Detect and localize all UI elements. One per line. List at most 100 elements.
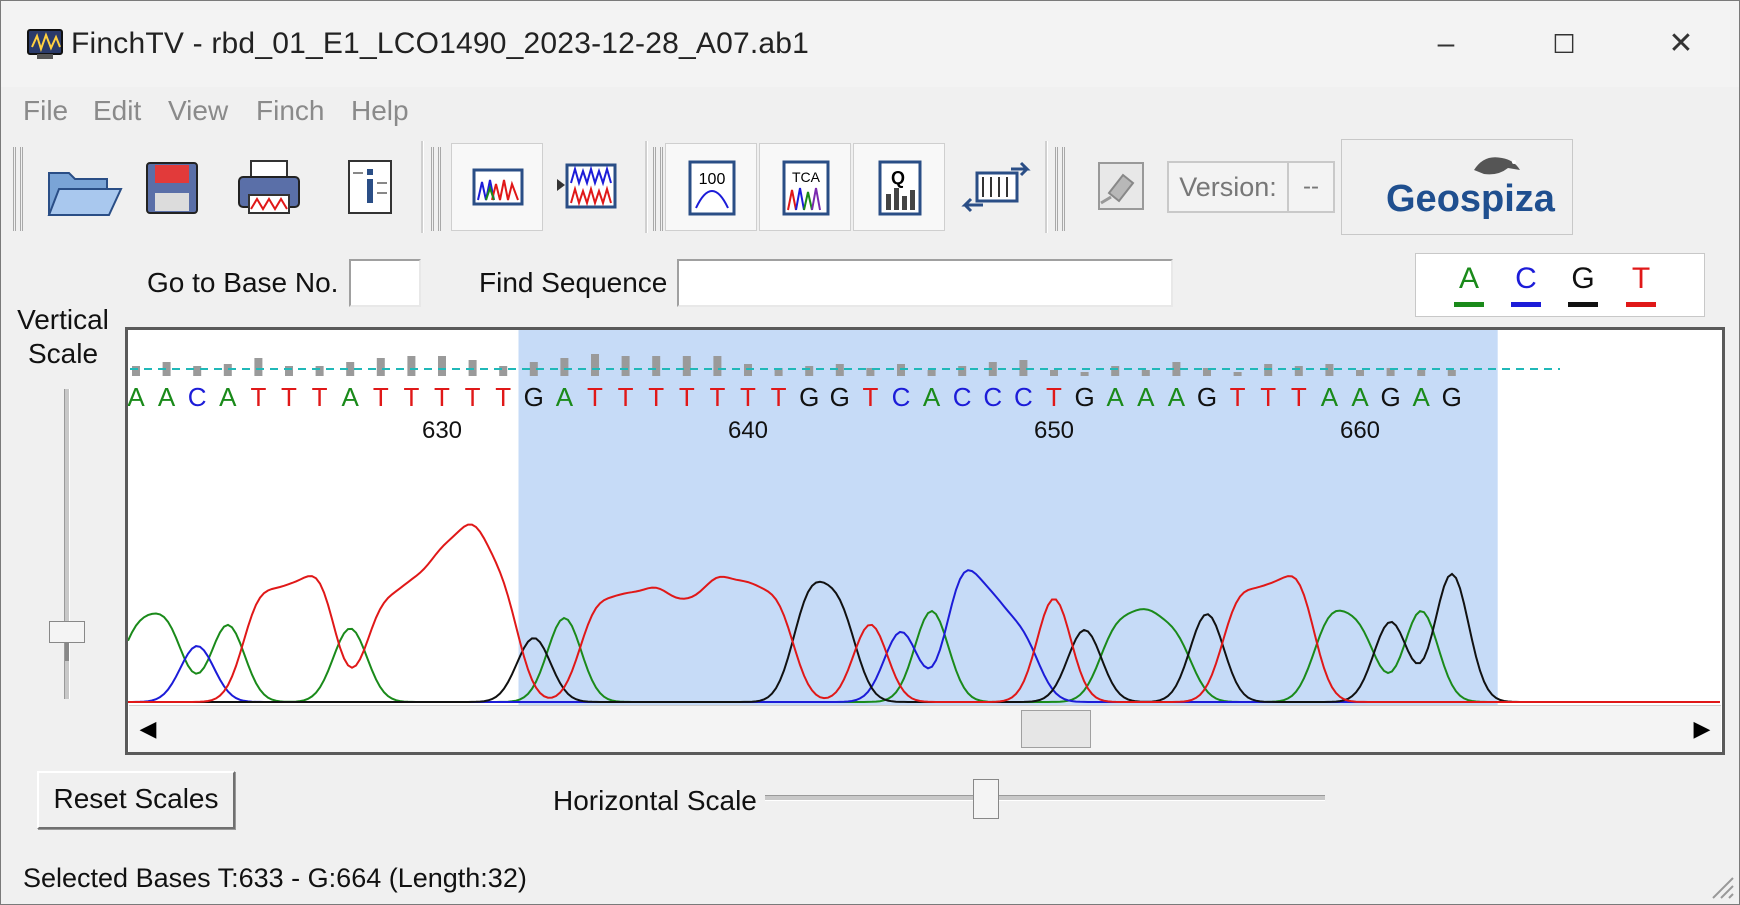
- chromatogram-view[interactable]: AACATTTATTTTTGATTTTTTTGGTCACCCTGAAAGTTTA…: [125, 327, 1725, 755]
- quality-bar: [1417, 370, 1426, 376]
- find-sequence-label: Find Sequence: [479, 267, 668, 298]
- toolbar-grip[interactable]: [653, 147, 663, 231]
- base-call-letter: A: [1137, 382, 1155, 412]
- minimize-button[interactable]: –: [1411, 19, 1481, 69]
- quality-bar: [132, 366, 140, 376]
- scroll-right-arrow[interactable]: ▶: [1687, 714, 1717, 744]
- legend-a: A: [1454, 262, 1484, 307]
- quality-bars-button[interactable]: Q: [853, 143, 945, 231]
- bookmark-button[interactable]: [1073, 143, 1165, 231]
- base-call-letter: T: [587, 382, 603, 412]
- legend-c: C: [1511, 262, 1541, 307]
- base-call-letter: A: [1321, 382, 1339, 412]
- toolbar-grip[interactable]: [13, 147, 23, 231]
- base-call-letter: T: [709, 382, 725, 412]
- vertical-scale-label-line2: Scale: [27, 338, 99, 369]
- horizontal-scale-thumb[interactable]: [973, 779, 999, 819]
- legend-g-swatch: [1568, 302, 1598, 307]
- multi-trace-button[interactable]: [543, 143, 635, 231]
- find-sequence-input[interactable]: [677, 259, 1173, 307]
- menu-edit[interactable]: Edit: [93, 95, 141, 127]
- resize-grip-icon[interactable]: [1707, 872, 1735, 900]
- window-title: FinchTV - rbd_01_E1_LCO1490_2023-12-28_A…: [71, 27, 810, 60]
- quality-bar: [958, 366, 967, 376]
- base-call-letter: C: [983, 382, 1002, 412]
- base-call-letter: T: [403, 382, 419, 412]
- base-call-letter: T: [740, 382, 756, 412]
- horizontal-scale-label: Horizontal Scale: [553, 785, 757, 816]
- quality-100-text: 100: [699, 171, 726, 188]
- base-call-letter: T: [862, 382, 878, 412]
- quality-bar: [1356, 370, 1364, 376]
- toolbar-grip[interactable]: [1055, 147, 1065, 231]
- open-button[interactable]: [33, 143, 125, 231]
- base-number-label: 660: [1340, 417, 1380, 444]
- quality-bar: [407, 356, 416, 376]
- base-call-letter: G: [524, 382, 544, 412]
- toolbar-separator: [645, 141, 648, 233]
- quality-bar: [1111, 366, 1120, 376]
- version-label: Version:: [1167, 161, 1289, 213]
- base-call-letter: T: [1260, 382, 1276, 412]
- base-call-letter: T: [465, 382, 481, 412]
- scroll-thumb[interactable]: [1021, 710, 1091, 748]
- base-call-letter: G: [1380, 382, 1400, 412]
- trace-horizontal-scrollbar[interactable]: ◀ ▶: [129, 705, 1721, 752]
- info-button[interactable]: [323, 143, 415, 231]
- vertical-scale-thumb[interactable]: [49, 621, 85, 643]
- base-call-letter: A: [923, 382, 941, 412]
- finchtv-app-icon: [27, 29, 63, 59]
- legend-g-letter: G: [1571, 262, 1595, 295]
- toolbar-separator: [1045, 141, 1048, 233]
- quality-bar: [591, 354, 599, 376]
- version-select[interactable]: --: [1289, 161, 1335, 213]
- tca-trace-button[interactable]: TCA: [759, 143, 851, 231]
- base-call-letter: G: [1074, 382, 1094, 412]
- base-call-letter: T: [679, 382, 695, 412]
- menu-finch[interactable]: Finch: [256, 95, 324, 127]
- quality-bar: [927, 370, 936, 376]
- quality-bar: [621, 356, 630, 376]
- quality-bar: [1080, 372, 1089, 376]
- print-button[interactable]: [223, 143, 315, 231]
- horizontal-scale-track[interactable]: [765, 795, 1325, 801]
- legend-t: T: [1626, 262, 1656, 307]
- base-number-label: 630: [422, 417, 462, 444]
- geospiza-logo[interactable]: Geospiza: [1341, 139, 1573, 235]
- base-call-letter: T: [1230, 382, 1246, 412]
- base-call-letter: A: [1351, 382, 1369, 412]
- quality-100-button[interactable]: 100: [665, 143, 757, 231]
- quality-bar: [315, 366, 324, 376]
- toolbar-grip[interactable]: [431, 147, 441, 231]
- quality-bar: [254, 358, 263, 376]
- quality-bar: [499, 366, 508, 376]
- quality-100-icon: 100: [688, 160, 736, 216]
- chromatogram-canvas[interactable]: AACATTTATTTTTGATTTTTTTGGTCACCCTGAAAGTTTA…: [128, 330, 1722, 706]
- single-trace-button[interactable]: [451, 143, 543, 231]
- scroll-left-arrow[interactable]: ◀: [133, 714, 163, 744]
- base-call-letter: T: [434, 382, 450, 412]
- maximize-button[interactable]: ☐: [1529, 19, 1599, 69]
- vertical-scale-label-line1: Vertical: [17, 304, 109, 335]
- base-call-letter: T: [648, 382, 664, 412]
- reset-scales-button[interactable]: Reset Scales: [37, 771, 235, 829]
- base-call-letter: T: [1291, 382, 1307, 412]
- save-disk-icon: [146, 162, 198, 214]
- base-call-letter: G: [799, 382, 819, 412]
- base-call-letter: C: [1014, 382, 1033, 412]
- base-color-legend: A C G T: [1415, 253, 1705, 317]
- menu-help[interactable]: Help: [351, 95, 409, 127]
- menu-file[interactable]: File: [23, 95, 68, 127]
- menu-view[interactable]: View: [168, 95, 228, 127]
- reverse-complement-button[interactable]: [949, 143, 1041, 231]
- base-call-letter: T: [495, 382, 511, 412]
- quality-bar: [682, 356, 691, 376]
- base-call-letter: A: [342, 382, 360, 412]
- legend-t-swatch: [1626, 302, 1656, 307]
- save-button[interactable]: [127, 143, 219, 231]
- quality-bar: [376, 358, 385, 376]
- open-folder-icon: [47, 172, 123, 216]
- base-call-letter: T: [312, 382, 328, 412]
- goto-base-input[interactable]: [349, 259, 421, 307]
- close-button[interactable]: ✕: [1646, 19, 1716, 69]
